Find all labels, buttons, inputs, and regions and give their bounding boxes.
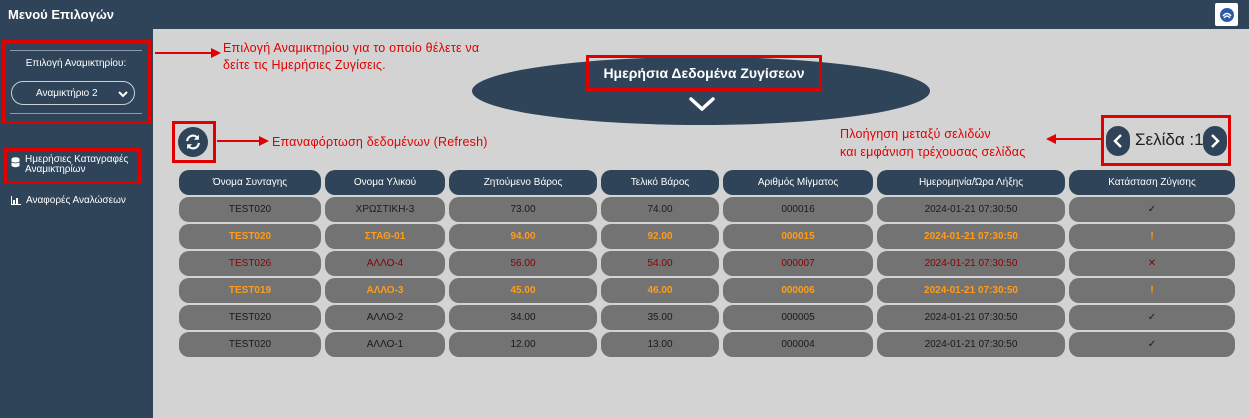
cell-batch-number: 000006	[723, 278, 873, 303]
annotation-box-mixer	[2, 40, 151, 124]
column-header[interactable]: Ονομα Υλικού	[325, 170, 445, 195]
cell-material: ΧΡΩΣΤΙΚΗ-3	[325, 197, 445, 222]
arrow-icon	[217, 136, 269, 146]
cell-batch-number: 000015	[723, 224, 873, 249]
arrow-icon	[155, 48, 221, 58]
cell-target-weight: 12.00	[449, 332, 597, 357]
cell-datetime: 2024-01-21 07:30:50	[877, 332, 1065, 357]
column-header[interactable]: Αριθμός Μίγματος	[723, 170, 873, 195]
cell-datetime: 2024-01-21 07:30:50	[877, 278, 1065, 303]
annotation-mixer-line2: δείτε τις Ημερήσιες Ζυγίσεις.	[223, 58, 386, 72]
cell-material: ΣΤΑΘ-01	[325, 224, 445, 249]
arrow-icon	[1046, 134, 1102, 144]
chevron-down-icon[interactable]	[689, 97, 715, 111]
cell-final-weight: 35.00	[601, 305, 719, 330]
annotation-paging-line1: Πλοήγηση μεταξύ σελιδών	[840, 127, 991, 141]
cell-material: ΑΛΛΟ-4	[325, 251, 445, 276]
cell-batch-number: 000005	[723, 305, 873, 330]
cell-final-weight: 92.00	[601, 224, 719, 249]
weighings-table: Όνομα Συνταγης Ονομα Υλικού Ζητούμενο Βά…	[179, 170, 1235, 357]
column-header[interactable]: Ζητούμενο Βάρος	[449, 170, 597, 195]
cell-material: ΑΛΛΟ-2	[325, 305, 445, 330]
cell-final-weight: 13.00	[601, 332, 719, 357]
status-error-icon: ✕	[1069, 251, 1235, 276]
status-warning-icon: !	[1069, 224, 1235, 249]
cell-recipe: TEST026	[179, 251, 321, 276]
annotation-box-menu	[4, 148, 141, 184]
logo-icon	[1215, 3, 1238, 26]
cell-material: ΑΛΛΟ-1	[325, 332, 445, 357]
cell-batch-number: 000016	[723, 197, 873, 222]
sidebar-item-label: Αναφορές Αναλώσεων	[26, 195, 126, 206]
annotation-box-refresh	[172, 121, 216, 163]
cell-target-weight: 94.00	[449, 224, 597, 249]
status-ok-icon: ✓	[1069, 332, 1235, 357]
status-ok-icon: ✓	[1069, 305, 1235, 330]
annotation-paging-line2: και εμφάνιση τρέχουσας σελίδας	[840, 145, 1026, 159]
cell-recipe: TEST020	[179, 305, 321, 330]
cell-datetime: 2024-01-21 07:30:50	[877, 197, 1065, 222]
annotation-box-title	[586, 55, 822, 91]
annotation-box-paging	[1101, 115, 1231, 166]
cell-final-weight: 74.00	[601, 197, 719, 222]
cell-recipe: TEST020	[179, 224, 321, 249]
top-bar: Μενού Επιλογών	[0, 0, 1249, 29]
cell-target-weight: 45.00	[449, 278, 597, 303]
cell-batch-number: 000007	[723, 251, 873, 276]
column-header[interactable]: Ημερομηνία/Ώρα Λήξης	[877, 170, 1065, 195]
cell-recipe: TEST019	[179, 278, 321, 303]
annotation-refresh: Επαναφόρτωση δεδομένων (Refresh)	[272, 135, 488, 149]
cell-recipe: TEST020	[179, 332, 321, 357]
cell-final-weight: 54.00	[601, 251, 719, 276]
cell-recipe: TEST020	[179, 197, 321, 222]
cell-batch-number: 000004	[723, 332, 873, 357]
column-header[interactable]: Όνομα Συνταγης	[179, 170, 321, 195]
cell-final-weight: 46.00	[601, 278, 719, 303]
status-ok-icon: ✓	[1069, 197, 1235, 222]
cell-target-weight: 56.00	[449, 251, 597, 276]
cell-target-weight: 73.00	[449, 197, 597, 222]
app-title: Μενού Επιλογών	[8, 7, 115, 22]
chart-icon	[11, 196, 21, 205]
column-header[interactable]: Κατάσταση Ζύγισης	[1069, 170, 1235, 195]
cell-material: ΑΛΛΟ-3	[325, 278, 445, 303]
cell-datetime: 2024-01-21 07:30:50	[877, 224, 1065, 249]
annotation-mixer-line1: Επιλογή Αναμικτηρίου για το οποίο θέλετε…	[223, 41, 480, 55]
status-warning-icon: !	[1069, 278, 1235, 303]
column-header[interactable]: Τελικό Βάρος	[601, 170, 719, 195]
cell-datetime: 2024-01-21 07:30:50	[877, 251, 1065, 276]
cell-target-weight: 34.00	[449, 305, 597, 330]
cell-datetime: 2024-01-21 07:30:50	[877, 305, 1065, 330]
